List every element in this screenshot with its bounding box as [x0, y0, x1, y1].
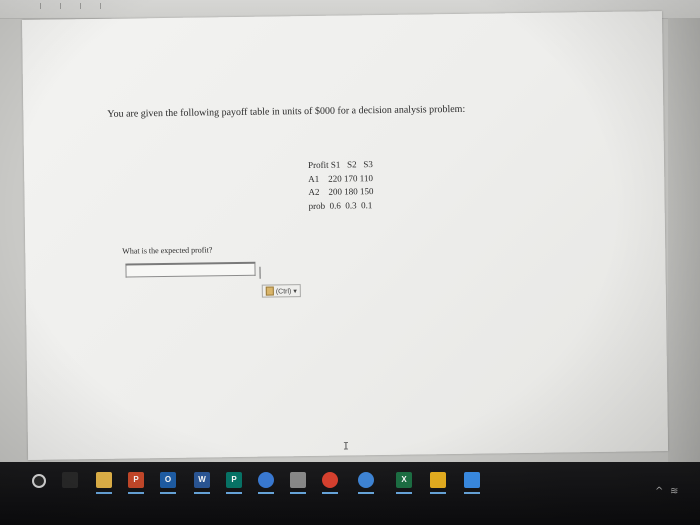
- taskbar-start-icon[interactable]: [32, 474, 46, 488]
- taskbar-publisher-icon[interactable]: P: [226, 472, 242, 488]
- right-panel-edge: [668, 18, 700, 463]
- taskbar-app-edge-icon[interactable]: [464, 472, 480, 488]
- taskbar-active-indicator: [430, 492, 446, 494]
- taskbar-file-explorer-icon[interactable]: [96, 472, 112, 488]
- paste-options-button[interactable]: (Ctrl) ▾: [261, 284, 301, 298]
- taskbar-task-view-icon[interactable]: [62, 472, 78, 488]
- question-label: What is the expected profit?: [122, 245, 213, 256]
- document-page: You are given the following payoff table…: [22, 11, 669, 460]
- text-cursor: [259, 266, 261, 279]
- chevron-up-icon[interactable]: ^: [655, 486, 663, 497]
- taskbar: POWPX ^ ≋: [0, 462, 700, 525]
- ruler-tick: [40, 3, 41, 9]
- taskbar-active-indicator: [160, 492, 176, 494]
- ruler-tick: [100, 3, 101, 9]
- ibeam-cursor-icon: I: [342, 441, 350, 453]
- taskbar-active-indicator: [128, 492, 144, 494]
- taskbar-app-gray-icon[interactable]: [290, 472, 306, 488]
- taskbar-powerpoint-icon[interactable]: P: [128, 472, 144, 488]
- taskbar-chrome-icon[interactable]: [322, 472, 338, 488]
- taskbar-active-indicator: [358, 492, 374, 494]
- payoff-table: Profit S1 S2 S3 A1 220 170 110 A2 200 18…: [308, 158, 374, 213]
- taskbar-active-indicator: [464, 492, 480, 494]
- taskbar-sticky-notes-icon[interactable]: [430, 472, 446, 488]
- taskbar-app-circle-icon[interactable]: [358, 472, 374, 488]
- payoff-table-row-prob: prob 0.6 0.3 0.1: [308, 199, 373, 211]
- taskbar-word-icon[interactable]: W: [194, 472, 210, 488]
- taskbar-active-indicator: [194, 492, 210, 494]
- taskbar-app-blue-icon[interactable]: [258, 472, 274, 488]
- taskbar-active-indicator: [226, 492, 242, 494]
- taskbar-outlook-icon[interactable]: O: [160, 472, 176, 488]
- payoff-table-row-a2: A2 200 180 150: [308, 186, 374, 198]
- taskbar-active-indicator: [96, 492, 112, 494]
- payoff-table-header: Profit S1 S2 S3: [307, 159, 373, 171]
- paste-options-label: (Ctrl) ▾: [275, 287, 297, 295]
- payoff-table-row-a1: A1 220 170 110: [308, 172, 373, 184]
- answer-input[interactable]: [125, 261, 256, 278]
- clipboard-icon: [265, 286, 274, 296]
- taskbar-active-indicator: [396, 492, 412, 494]
- problem-statement: You are given the following payoff table…: [107, 103, 466, 120]
- taskbar-active-indicator: [258, 492, 274, 494]
- taskbar-active-indicator: [290, 492, 306, 494]
- ruler-tick: [80, 3, 81, 9]
- taskbar-excel-icon[interactable]: X: [396, 472, 412, 488]
- taskbar-active-indicator: [322, 492, 338, 494]
- ruler-tick: [60, 3, 61, 9]
- network-icon[interactable]: ≋: [670, 486, 678, 497]
